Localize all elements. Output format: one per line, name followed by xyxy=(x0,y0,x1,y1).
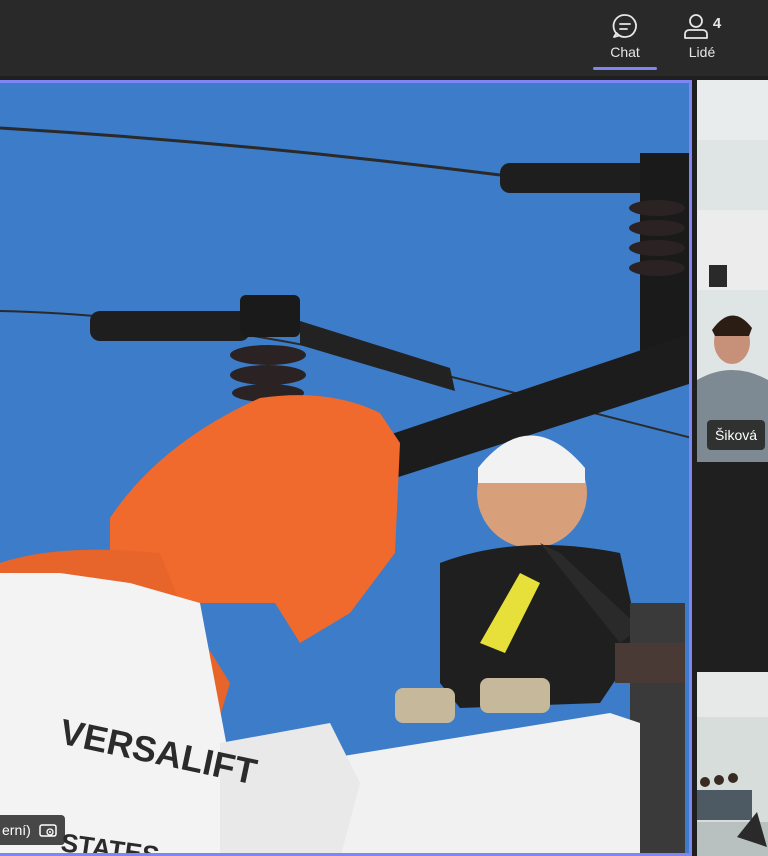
side-video-image-1 xyxy=(697,80,768,462)
people-count: 4 xyxy=(712,15,722,32)
side-video-tile-1[interactable]: Šiková xyxy=(697,80,768,462)
tab-chat-label: Chat xyxy=(610,44,640,60)
main-video-tile[interactable]: VERSALIFT STATES erní) xyxy=(0,80,692,856)
side-video-image-2 xyxy=(697,672,768,856)
chat-icon xyxy=(612,14,637,38)
tab-people[interactable]: 4 Lidé xyxy=(670,0,734,76)
camera-settings-icon xyxy=(39,824,57,837)
side-video-tile-2[interactable] xyxy=(697,672,768,856)
active-tab-indicator xyxy=(593,67,657,70)
people-icon xyxy=(683,14,708,39)
tab-people-label: Lidé xyxy=(688,44,716,60)
side-participant-name: Šiková xyxy=(707,420,766,450)
participant-name-tag: erní) xyxy=(0,815,65,845)
participant-name: erní) xyxy=(2,822,31,838)
tab-raise-hand[interactable]: R xyxy=(756,0,768,76)
main-video-image: VERSALIFT STATES xyxy=(0,83,689,853)
top-bar: Chat 4 Lidé R xyxy=(0,0,768,76)
side-gap xyxy=(697,462,768,672)
tab-chat[interactable]: Chat xyxy=(590,0,660,76)
